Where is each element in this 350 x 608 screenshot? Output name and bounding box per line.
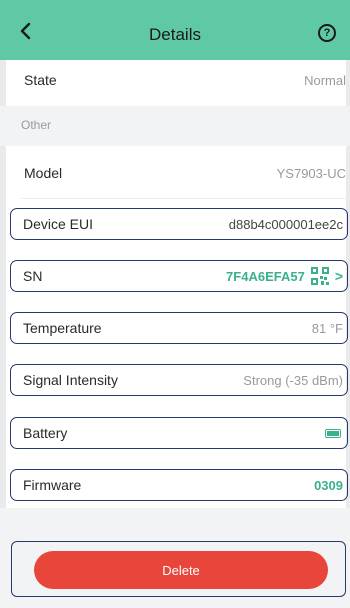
signal-value: Strong (-35 dBm) [243,372,343,388]
header-bar: Details ? [0,0,350,60]
back-button[interactable] [14,20,36,42]
page-title: Details [149,25,201,44]
section-header-other: Other [0,106,350,146]
signal-row[interactable]: Signal Intensity Strong (-35 dBm) [10,364,348,396]
battery-icon [325,428,341,438]
battery-label: Battery [23,425,68,441]
section-label: Other [21,118,52,132]
model-row: Model YS7903-UC [10,157,348,189]
device-eui-label: Device EUI [23,216,94,232]
delete-button[interactable]: Delete [34,551,328,589]
sn-label: SN [23,268,43,284]
sn-row[interactable]: SN 7F4A6EFA57 > [10,260,348,292]
sn-value: 7F4A6EFA57 [226,268,305,284]
firmware-value: 0309 [314,477,343,493]
model-label: Model [24,165,63,181]
firmware-label: Firmware [23,477,82,493]
temperature-value: 81 °F [311,320,343,336]
state-row: State Normal [10,64,348,96]
state-value: Normal [304,72,346,88]
qr-code-icon[interactable] [310,267,329,285]
sn-value-group: 7F4A6EFA57 > [226,267,343,285]
model-value: YS7903-UC [276,165,346,181]
signal-label: Signal Intensity [23,372,118,388]
temperature-row[interactable]: Temperature 81 °F [10,312,348,344]
divider [21,198,346,199]
chevron-right-icon[interactable]: > [335,268,343,284]
device-eui-value: d88b4c000001ee2c [228,216,343,232]
device-eui-row[interactable]: Device EUI d88b4c000001ee2c [10,208,348,240]
back-arrow-icon [20,22,31,40]
battery-row[interactable]: Battery [10,417,348,449]
temperature-label: Temperature [23,320,102,336]
firmware-row[interactable]: Firmware 0309 [10,469,348,501]
state-label: State [24,72,57,88]
help-icon[interactable]: ? [318,24,336,42]
